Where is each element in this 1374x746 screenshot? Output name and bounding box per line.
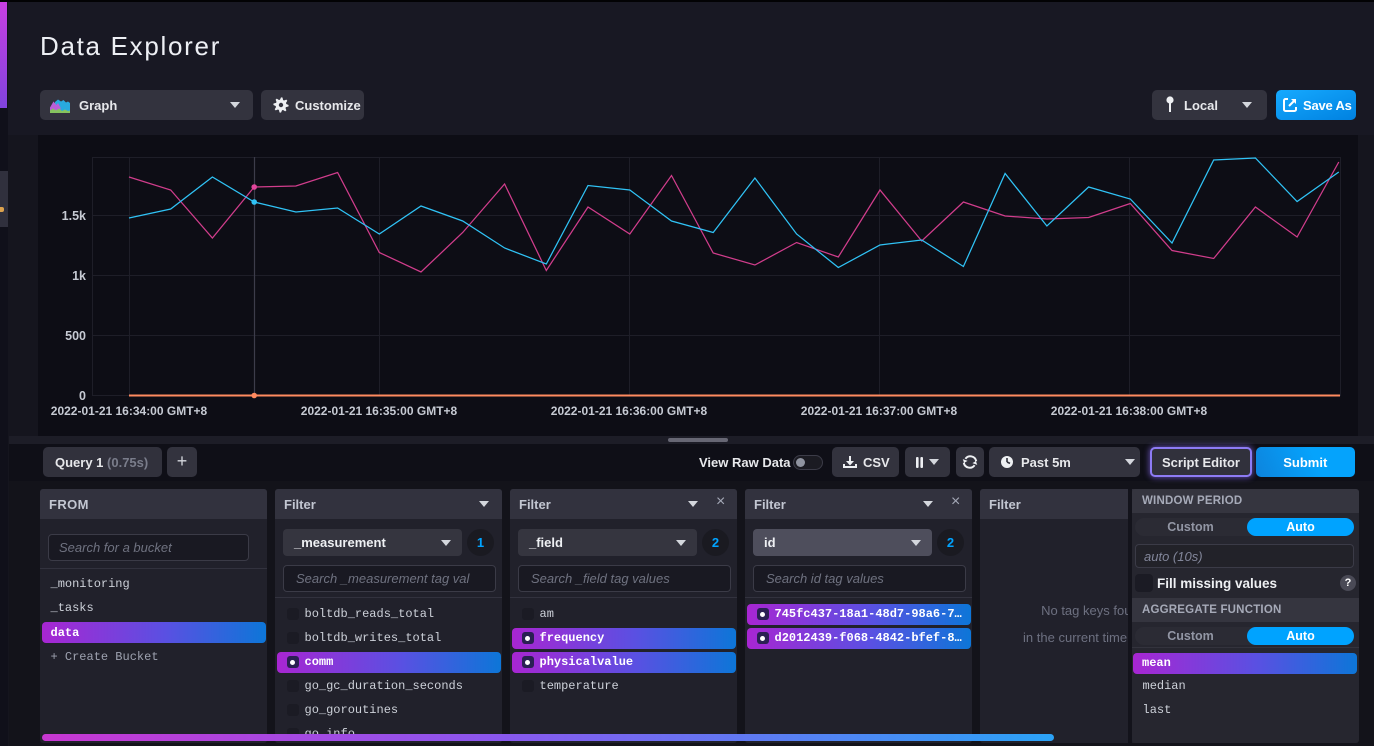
svg-text:1k: 1k <box>72 269 86 283</box>
svg-text:500: 500 <box>65 329 86 343</box>
svg-text:1.5k: 1.5k <box>62 209 86 223</box>
svg-text:2022-01-21 16:37:00 GMT+8: 2022-01-21 16:37:00 GMT+8 <box>801 404 958 418</box>
svg-text:2022-01-21 16:36:00 GMT+8: 2022-01-21 16:36:00 GMT+8 <box>551 404 708 418</box>
svg-text:2022-01-21 16:34:00 GMT+8: 2022-01-21 16:34:00 GMT+8 <box>51 404 208 418</box>
svg-text:2022-01-21 16:35:00 GMT+8: 2022-01-21 16:35:00 GMT+8 <box>301 404 458 418</box>
svg-text:0: 0 <box>79 389 86 403</box>
svg-text:2022-01-21 16:38:00 GMT+8: 2022-01-21 16:38:00 GMT+8 <box>1051 404 1208 418</box>
